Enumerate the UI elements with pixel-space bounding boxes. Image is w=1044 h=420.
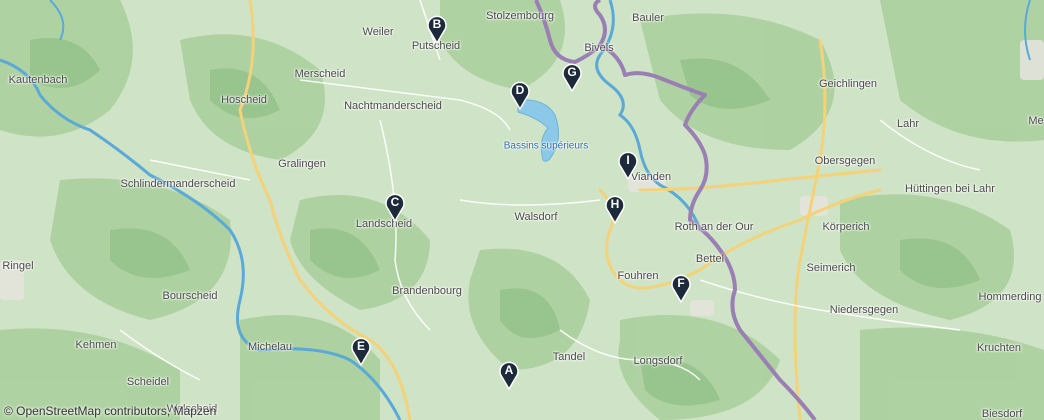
- marker-a[interactable]: A: [498, 360, 520, 390]
- place-label-bauler: Bauler: [632, 12, 664, 24]
- place-label-fouhren: Fouhren: [617, 270, 659, 282]
- map-canvas[interactable]: Stolzembourg Bauler Weiler Putscheid Biv…: [0, 0, 1044, 420]
- marker-e[interactable]: E: [350, 336, 372, 366]
- map-attribution[interactable]: © OpenStreetMap contributors, Mapzen: [4, 404, 216, 418]
- place-label-bourscheid: Bourscheid: [162, 290, 218, 302]
- marker-label: I: [626, 153, 630, 167]
- marker-label: B: [432, 17, 442, 31]
- place-label-weiler: Weiler: [362, 26, 394, 38]
- marker-c[interactable]: C: [384, 192, 406, 222]
- place-label-michelau: Michelau: [247, 341, 293, 353]
- marker-label: H: [610, 197, 620, 211]
- place-label-kehmen: Kehmen: [75, 339, 117, 351]
- marker-h[interactable]: H: [604, 194, 626, 224]
- place-label-nachtmanderscheid: Nachtmanderscheid: [344, 100, 442, 112]
- place-label-scheidel: Scheidel: [126, 376, 170, 388]
- place-label-longsdorf: Longsdorf: [633, 355, 683, 367]
- place-label-geichlingen: Geichlingen: [818, 78, 878, 90]
- marker-label: F: [677, 276, 685, 290]
- forest-areas: [0, 0, 1044, 420]
- marker-label: C: [390, 195, 400, 209]
- place-label-kautenbach: Kautenbach: [8, 74, 68, 86]
- place-label-me: Me: [1028, 115, 1044, 127]
- place-label-walsdorf: Walsdorf: [514, 211, 558, 223]
- marker-g[interactable]: G: [561, 62, 583, 92]
- place-label-huttingen: Hüttingen bei Lahr: [905, 183, 995, 195]
- marker-d[interactable]: D: [509, 80, 531, 110]
- place-label-stolzembourg: Stolzembourg: [486, 10, 554, 22]
- marker-label: A: [504, 363, 514, 377]
- marker-i[interactable]: I: [617, 150, 639, 180]
- marker-b[interactable]: B: [426, 14, 448, 44]
- map-base-layer: [0, 0, 1044, 420]
- place-label-bassins: Bassins supérieurs: [503, 140, 589, 152]
- place-label-bivels: Bivels: [584, 42, 614, 54]
- place-label-schlindermanderscheid: Schlindermanderscheid: [120, 178, 236, 190]
- marker-label: E: [356, 339, 365, 353]
- place-label-biesdorf: Biesdorf: [981, 408, 1023, 420]
- place-label-kruchten: Kruchten: [976, 342, 1022, 354]
- place-label-roth: Roth an der Our: [674, 221, 754, 233]
- place-label-hoscheid: Hoscheid: [221, 94, 267, 106]
- place-label-tandel: Tandel: [552, 351, 586, 363]
- marker-f[interactable]: F: [670, 273, 692, 303]
- place-label-bettel: Bettel: [695, 253, 725, 265]
- place-label-brandenbourg: Brandenbourg: [392, 285, 462, 297]
- place-label-korperich: Körperich: [822, 221, 870, 233]
- place-label-seimerich: Seimerich: [806, 262, 856, 274]
- place-label-niedersgegen: Niedersgegen: [829, 304, 899, 316]
- place-label-lahr: Lahr: [896, 118, 920, 130]
- marker-label: G: [567, 65, 577, 79]
- place-label-gralingen: Gralingen: [278, 158, 326, 170]
- place-label-hommerding: Hommerding: [978, 291, 1042, 303]
- marker-label: D: [515, 83, 525, 97]
- place-label-obersgegen: Obersgegen: [814, 155, 876, 167]
- place-label-merscheid: Merscheid: [294, 68, 346, 80]
- place-label-ringel: Ringel: [2, 260, 34, 272]
